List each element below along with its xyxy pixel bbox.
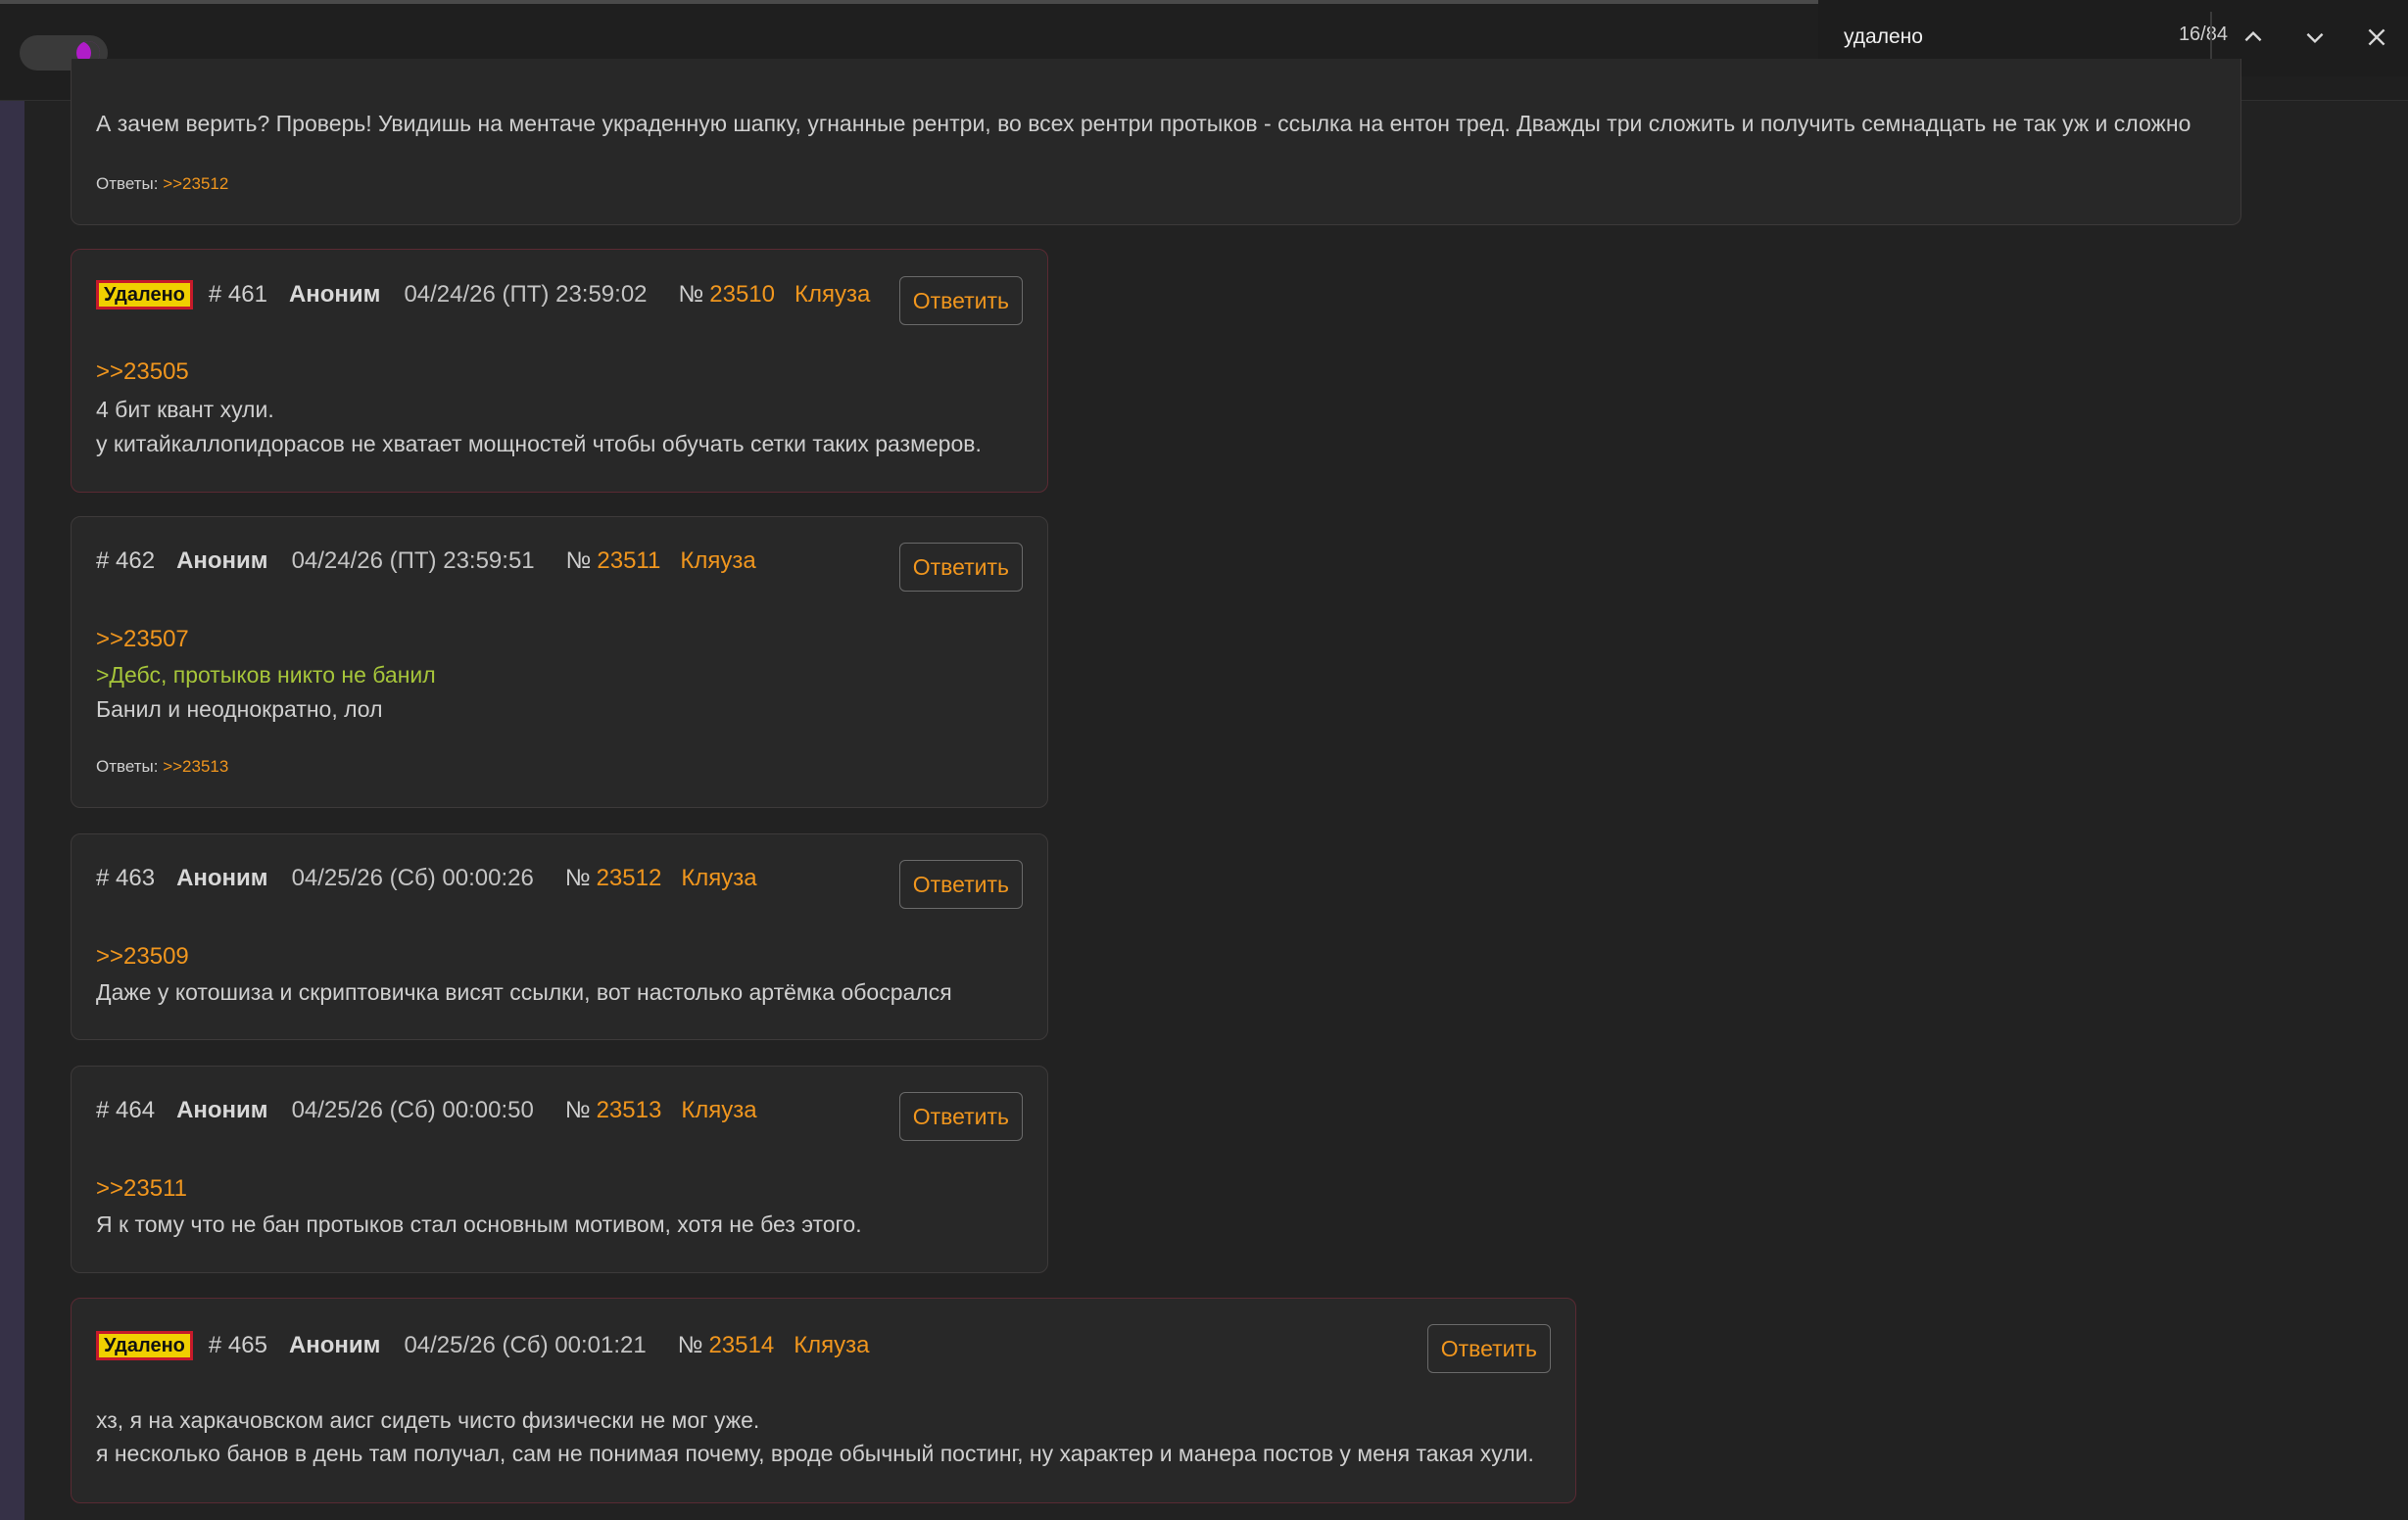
post-header: Удалено # 461 Аноним 04/24/26 (ПТ) 23:59… [96,280,870,309]
find-match-count: 16/84 [2178,24,2228,45]
post-author: Аноним [288,1332,381,1358]
post-text: А зачем верить? Проверь! Увидишь на мент… [96,111,2191,136]
post-text-line: 4 бит квант хули. [96,397,274,422]
reply-button[interactable]: Ответить [898,860,1023,909]
post-id-link[interactable]: 23513 [597,1097,662,1124]
post-number: # 464 [96,1097,156,1123]
post-no-label: № [564,1097,591,1123]
post-date: 04/25/26 (Сб) 00:01:21 [404,1332,647,1358]
page: 16/84 А зачем верить? Проверь! Увидишь н… [0,0,2408,1520]
sidebar-strip [0,101,24,1520]
post-no-label: № [677,1332,703,1358]
post: # 463 Аноним 04/25/26 (Сб) 00:00:26 № 23… [71,833,1048,1040]
post-date: 04/24/26 (ПТ) 23:59:51 [291,547,535,574]
post-no-label: № [565,547,592,574]
answer-link[interactable]: >>23513 [163,757,228,776]
post-answers: Ответы: >>23512 [96,174,228,194]
greentext-line: >Дебс, протыков никто не банил [96,662,436,688]
post-author: Аноним [176,1097,268,1123]
find-prev-button[interactable] [2230,14,2277,61]
post-text-line: у китайкаллопидорасов не хватает мощност… [96,431,982,456]
post-author: Аноним [176,547,268,574]
post-id-link[interactable]: 23514 [708,1332,774,1359]
post-header: # 463 Аноним 04/25/26 (Сб) 00:00:26 № 23… [96,865,757,892]
post-no-label: № [564,865,591,891]
post-id-link[interactable]: 23512 [597,865,662,892]
complaint-link[interactable]: Кляуза [794,1332,869,1359]
post-date: 04/25/26 (Сб) 00:00:26 [291,865,534,891]
post-id-link[interactable]: 23511 [597,547,660,575]
post-author: Аноним [176,865,268,891]
post-text-line: Я к тому что не бан протыков стал основн… [96,1211,862,1237]
post-number: # 465 [208,1332,267,1358]
deleted-badge: Удалено [96,1331,193,1360]
find-next-button[interactable] [2291,14,2338,61]
post-number: # 461 [208,281,267,308]
post-author: Аноним [288,281,381,308]
post-header: # 462 Аноним 04/24/26 (ПТ) 23:59:51 № 23… [96,547,756,575]
quote-link[interactable]: >>23507 [96,626,189,653]
post-date: 04/25/26 (Сб) 00:00:50 [291,1097,534,1123]
reply-button[interactable]: Ответить [898,1092,1023,1141]
post-header: # 464 Аноним 04/25/26 (Сб) 00:00:50 № 23… [96,1097,757,1124]
reply-button[interactable]: Ответить [898,276,1023,325]
post: Удалено # 461 Аноним 04/24/26 (ПТ) 23:59… [71,249,1048,493]
complaint-link[interactable]: Кляуза [795,281,870,309]
post-text-line: Даже у котошиза и скриптовичка висят ссы… [96,979,952,1005]
post-answers: Ответы: >>23513 [96,757,228,777]
quote-link[interactable]: >>23511 [96,1175,187,1203]
post-header: Удалено # 465 Аноним 04/25/26 (Сб) 00:01… [96,1331,870,1360]
post: Удалено # 465 Аноним 04/25/26 (Сб) 00:01… [71,1298,1576,1503]
chevron-down-icon [2306,32,2324,44]
post-no-label: № [678,281,704,308]
quote-link[interactable]: >>23505 [96,358,189,386]
answers-label: Ответы: [96,757,159,776]
deleted-badge: Удалено [96,280,193,309]
post-number: # 463 [96,865,156,891]
find-input[interactable] [1844,18,2138,57]
answers-label: Ответы: [96,174,159,193]
complaint-link[interactable]: Кляуза [681,1097,756,1124]
post-text-line: Банил и неоднократно, лол [96,696,383,722]
close-icon [2368,28,2385,46]
answer-link[interactable]: >>23512 [163,174,228,193]
post-number: # 462 [96,547,156,574]
quote-link[interactable]: >>23509 [96,943,189,971]
chevron-up-icon [2244,30,2262,42]
post-text-line: я несколько банов в день там получал, са… [96,1441,1534,1466]
reply-button[interactable]: Ответить [1426,1324,1551,1373]
post-text-line: хз, я на харкачовском аисг сидеть чисто … [96,1407,760,1433]
find-close-button[interactable] [2353,14,2400,61]
post: # 464 Аноним 04/25/26 (Сб) 00:00:50 № 23… [71,1066,1048,1273]
complaint-link[interactable]: Кляуза [681,865,756,892]
post: # 462 Аноним 04/24/26 (ПТ) 23:59:51 № 23… [71,516,1048,808]
reply-button[interactable]: Ответить [898,543,1023,592]
post-date: 04/24/26 (ПТ) 23:59:02 [404,281,648,308]
post-partial: А зачем верить? Проверь! Увидишь на мент… [71,59,2241,225]
post-id-link[interactable]: 23510 [709,281,775,309]
find-divider [2210,12,2212,63]
complaint-link[interactable]: Кляуза [680,547,755,575]
